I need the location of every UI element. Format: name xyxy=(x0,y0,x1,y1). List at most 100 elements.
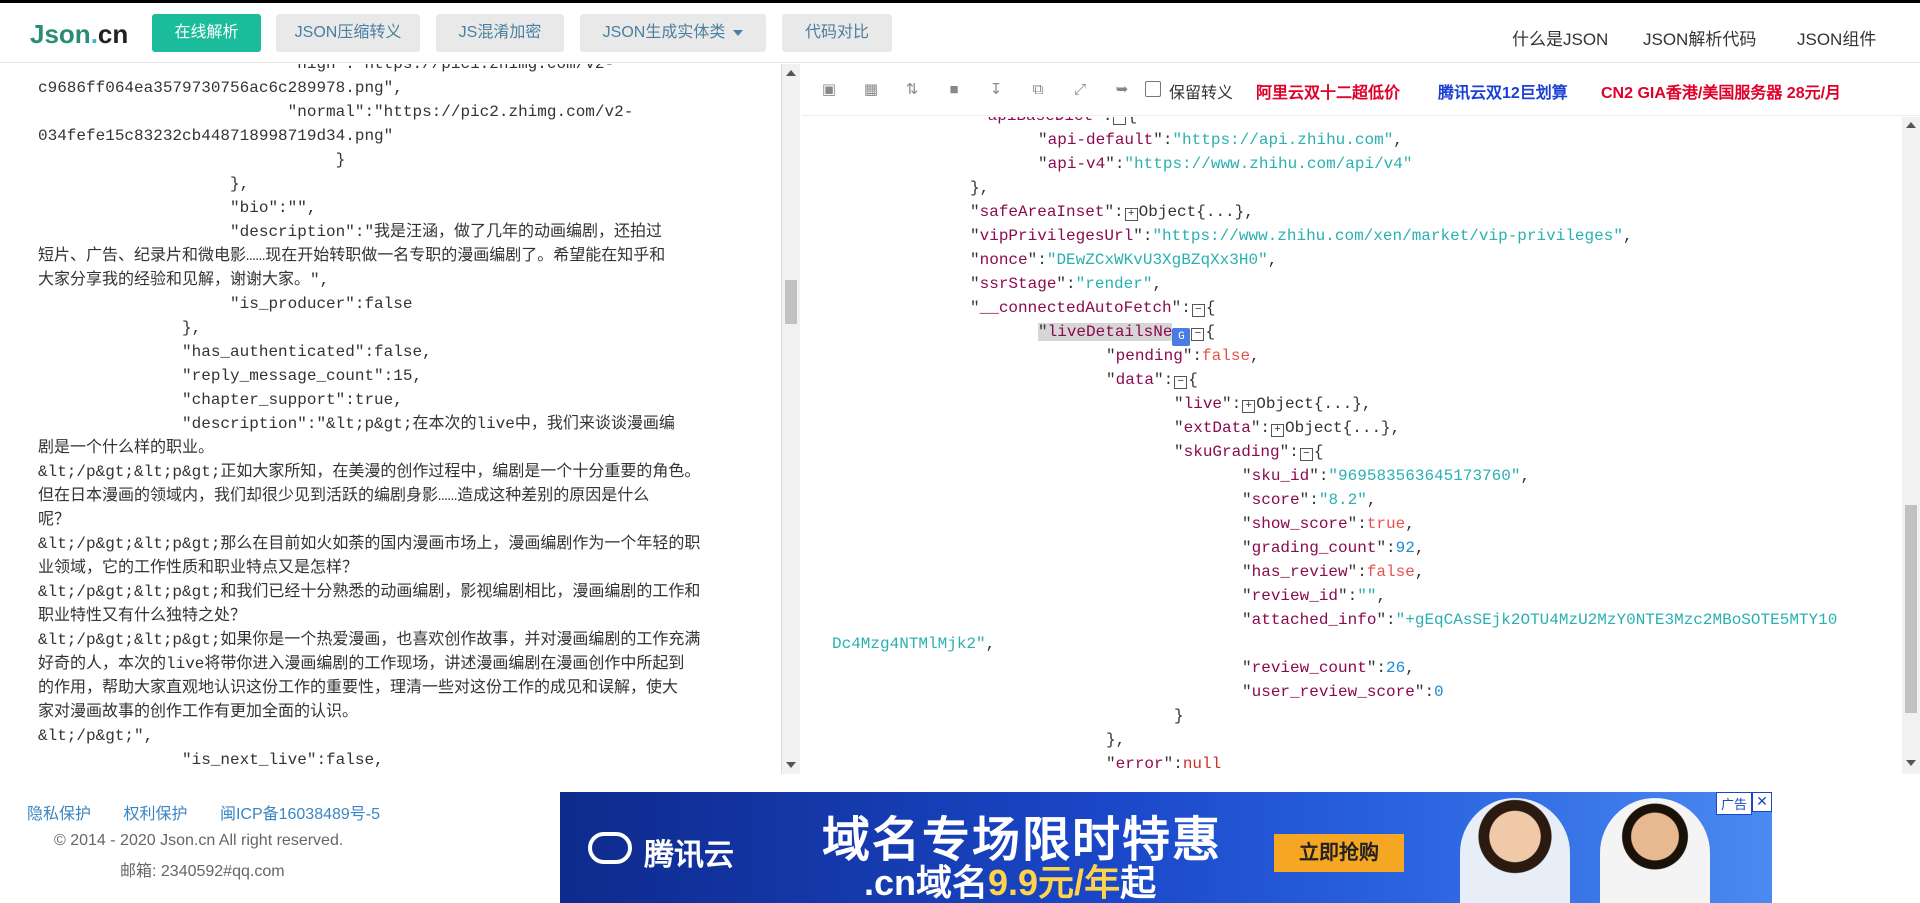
expand-icon[interactable]: + xyxy=(1242,400,1256,413)
editor-line: }, xyxy=(38,319,202,337)
json-tree-view[interactable]: "apiBaseDict":−{ "api-default":"https://… xyxy=(802,117,1902,774)
ad-link-cn2[interactable]: CN2 GIA香港/美国服务器 28元/月 xyxy=(1601,79,1841,103)
json-row: "data": −{ xyxy=(1106,371,1198,389)
json-row: "review_id":"", xyxy=(1242,587,1387,605)
json-row: "user_review_score":0 xyxy=(1242,683,1444,701)
expand-icon[interactable]: + xyxy=(1124,208,1138,221)
ad-person-image xyxy=(1600,798,1710,903)
tab-js-obfuscate[interactable]: JS混淆加密 xyxy=(436,14,564,52)
nav-link-json-components[interactable]: JSON组件 xyxy=(1797,25,1876,50)
json-row: "pending":false, xyxy=(1106,347,1260,365)
scroll-down-icon[interactable] xyxy=(1906,760,1916,766)
right-scrollbar[interactable] xyxy=(1902,117,1920,774)
editor-line: &lt;/p&gt;", xyxy=(38,727,154,745)
ad-person-image xyxy=(1460,798,1570,903)
json-row: "live": + Object{...}, xyxy=(1174,395,1372,413)
footer-link-privacy[interactable]: 隐私保护 xyxy=(27,806,91,823)
collapse-icon[interactable]: − xyxy=(1174,376,1188,389)
editor-line: "chapter_support":true, xyxy=(38,391,403,409)
editor-line: "is_next_live":false, xyxy=(38,751,384,769)
ad-buy-button[interactable]: 立即抢购 xyxy=(1274,834,1404,872)
tab-json-compress[interactable]: JSON压缩转义 xyxy=(276,14,420,52)
editor-line: "has_authenticated":false, xyxy=(38,343,432,361)
json-row: "ssrStage":"render", xyxy=(970,275,1163,293)
json-row: "extData": + Object{...}, xyxy=(1174,419,1401,437)
right-scrollbar-thumb[interactable] xyxy=(1905,505,1917,713)
trash-icon[interactable]: ■ xyxy=(945,81,963,99)
editor-line: c9686ff064ea3579730756ac6c289978.png", xyxy=(38,79,403,97)
editor-line: 职业特性又有什么独特之处？ xyxy=(38,607,247,625)
json-row: } xyxy=(1174,707,1184,725)
collapse-icon[interactable]: − xyxy=(1299,448,1313,461)
ad-subline: .cn域名9.9元/年起 xyxy=(864,862,1157,903)
json-row: "api-v4":"https://www.zhihu.com/api/v4" xyxy=(1038,155,1413,173)
left-json-editor[interactable]: "high":"https://pic1.zhimg.com/v2- c9686f… xyxy=(0,64,782,774)
ad-link-tencent[interactable]: 腾讯云双12巨划算 xyxy=(1438,79,1568,103)
nav-link-what-is-json[interactable]: 什么是JSON xyxy=(1512,25,1608,50)
editor-line: } xyxy=(38,151,346,169)
tab-code-compare[interactable]: 代码对比 xyxy=(782,14,892,52)
tab-online-parse[interactable]: 在线解析 xyxy=(152,14,261,52)
nav-link-json-code[interactable]: JSON解析代码 xyxy=(1643,25,1756,50)
json-row: }, xyxy=(970,179,990,197)
scroll-up-icon[interactable] xyxy=(1906,122,1916,128)
json-row: "skuGrading": −{ xyxy=(1174,443,1324,461)
editor-line: &lt;/p&gt;&lt;p&gt;如果你是一个热爱漫画，也喜欢创作故事，并对… xyxy=(38,631,701,649)
editor-line: 呢？ xyxy=(38,511,71,529)
compress-icon[interactable]: ⤢ xyxy=(1071,81,1089,99)
editor-line: &lt;/p&gt;&lt;p&gt;和我们已经十分熟悉的动画编剧，影视编剧相比… xyxy=(38,583,701,601)
collapse-icon[interactable]: − xyxy=(1191,328,1205,341)
database-icon[interactable]: ▣ xyxy=(820,81,838,99)
keep-escape-label: 保留转义 xyxy=(1169,85,1234,102)
editor-line: 好奇的人，本次的live将带你进入漫画编剧的工作现场，讲述漫画编剧在漫画创作中所… xyxy=(38,655,685,673)
left-scrollbar-thumb[interactable] xyxy=(785,280,797,324)
keep-escape-checkbox[interactable] xyxy=(1145,81,1161,97)
json-row: "show_score":true, xyxy=(1242,515,1415,533)
scroll-down-icon[interactable] xyxy=(786,762,796,768)
brand-dot: . xyxy=(90,19,98,49)
download-icon[interactable]: ↧ xyxy=(987,81,1005,99)
tencent-cloud-icon xyxy=(588,832,632,864)
json-row: "safeAreaInset": + Object{...}, xyxy=(970,203,1254,221)
copy-icon[interactable]: ⧉ xyxy=(1029,81,1047,99)
json-row: "api-default":"https://api.zhihu.com", xyxy=(1038,131,1403,149)
brand-cn: cn xyxy=(97,19,129,49)
footer-link-rights[interactable]: 权利保护 xyxy=(123,806,187,823)
json-row: "attached_info":"+gEqCAsSEjk2OTU4MzU2MzY… xyxy=(1242,611,1838,629)
expand-icon[interactable]: + xyxy=(1271,424,1285,437)
editor-line: &lt;/p&gt;&lt;p&gt;正如大家所知，在美漫的创作过程中，编剧是一… xyxy=(38,463,701,481)
json-row: "vipPrivilegesUrl":"https://www.zhihu.co… xyxy=(970,227,1633,245)
editor-line: "normal":"https://pic2.zhimg.com/v2- xyxy=(38,103,634,121)
json-row: }, xyxy=(1106,731,1126,749)
editor-line: "description":"我是汪涵，做了几年的动画编剧，还拍过 xyxy=(38,223,663,241)
json-row: "error":null xyxy=(1106,755,1222,773)
json-row: "apiBaseDict":−{ xyxy=(978,117,1137,128)
editor-line: 的作用，帮助大家直观地认识这份工作的重要性，理清一些对这份工作的成见和误解，使大 xyxy=(38,679,679,697)
scroll-up-icon[interactable] xyxy=(786,70,796,76)
footer-link-icp[interactable]: 闽ICP备16038489号-5 xyxy=(220,806,380,823)
editor-line: 家对漫画故事的创作工作有更加全面的认识。 xyxy=(38,703,359,721)
editor-line: 但在日本漫画的领域内，我们却很少见到活跃的编剧身影……造成这种差别的原因是什么 xyxy=(38,487,650,505)
json-row: "__connectedAutoFetch": −{ xyxy=(970,299,1216,317)
editor-text[interactable]: "high":"https://pic1.zhimg.com/v2- c9686f… xyxy=(38,64,763,772)
json-row: "review_count":26, xyxy=(1242,659,1415,677)
left-scrollbar-track[interactable] xyxy=(782,64,800,774)
ad-banner[interactable]: 腾讯云 域名专场限时特惠 .cn域名9.9元/年起 立即抢购 广告 ✕ xyxy=(560,792,1772,903)
json-row: "score":"8.2", xyxy=(1242,491,1377,509)
editor-line: "description":"&lt;p&gt;在本次的live中，我们来谈谈漫… xyxy=(38,415,675,433)
footer-links: 隐私保护 权利保护 闽ICP备16038489号-5 xyxy=(27,800,408,824)
json-row: "nonce":"DEwZCxWKvU3XgBZqXx3H0", xyxy=(970,251,1278,269)
json-row: "has_review":false, xyxy=(1242,563,1425,581)
tab-json-entity[interactable]: JSON生成实体类 xyxy=(580,14,766,52)
json-toolbar: ▣ ▦ ⇅ ■ ↧ ⧉ ⤢ ➥ 保留转义 阿里云双十二超低价 腾讯云双12巨划算… xyxy=(802,64,1920,116)
excel-icon[interactable]: ▦ xyxy=(862,81,880,99)
share-icon[interactable]: ➥ xyxy=(1113,81,1131,99)
site-logo[interactable]: Json.cn xyxy=(30,19,128,50)
sort-icon[interactable]: ⇅ xyxy=(903,81,921,99)
ad-link-aliyun[interactable]: 阿里云双十二超低价 xyxy=(1256,79,1400,103)
chevron-down-icon xyxy=(733,29,744,36)
close-icon[interactable]: ✕ xyxy=(1752,792,1772,812)
editor-line: "is_producer":false xyxy=(38,295,413,313)
json-row: "liveDetailsNe G −{ xyxy=(1038,320,1215,346)
collapse-icon[interactable]: − xyxy=(1191,304,1205,317)
